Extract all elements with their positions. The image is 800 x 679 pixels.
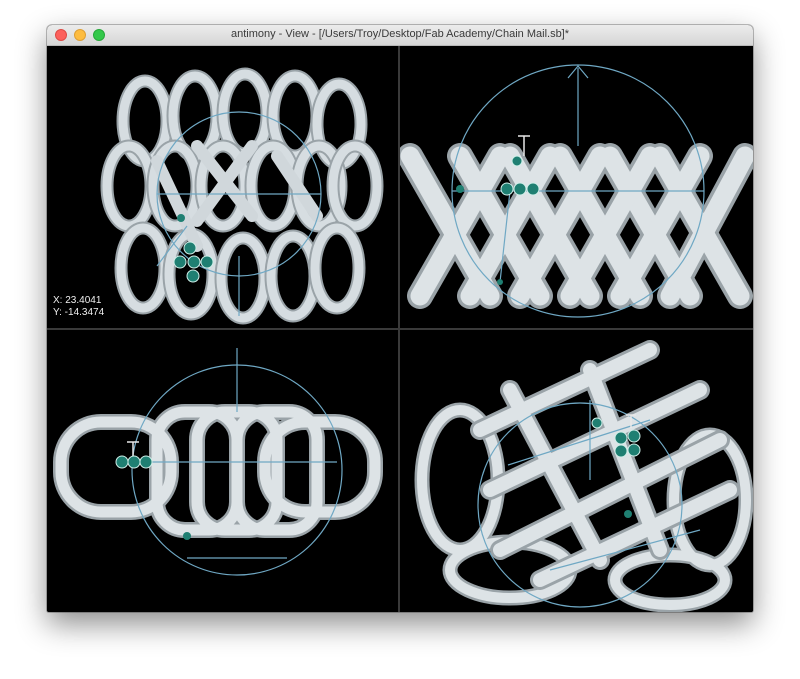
viewport-top-left[interactable]: X: 23.4041 Y: -14.3474: [47, 46, 398, 328]
viewport-grid: X: 23.4041 Y: -14.3474: [47, 46, 753, 612]
transform-gizmo[interactable]: [131, 348, 343, 576]
viewport-top-right[interactable]: [400, 46, 753, 328]
viewport-bottom-right-scene: [414, 340, 753, 612]
chain-mail-mesh: [400, 143, 753, 309]
cursor-coordinates: X: 23.4041 Y: -14.3474: [53, 295, 104, 319]
viewport-bottom-right[interactable]: [400, 330, 753, 612]
viewport-bottom-left[interactable]: [47, 330, 398, 612]
window-title: antimony - View - [/Users/Troy/Desktop/F…: [230, 28, 570, 40]
app-window: antimony - View - [/Users/Troy/Desktop/F…: [47, 25, 753, 612]
viewport-top-right-scene: [400, 64, 753, 318]
coord-x: X: 23.4041: [53, 295, 102, 306]
title-bar[interactable]: antimony - View - [/Users/Troy/Desktop/F…: [47, 25, 753, 46]
chain-mail-mesh: [53, 404, 383, 538]
chain-mail-mesh: [107, 74, 377, 318]
viewport-top-left-scene: [47, 46, 398, 328]
horizontal-divider[interactable]: [47, 328, 753, 330]
viewport-bottom-left-scene: [53, 348, 383, 576]
coord-y: Y: -14.3474: [53, 307, 105, 318]
chain-mail-mesh: [414, 340, 753, 612]
